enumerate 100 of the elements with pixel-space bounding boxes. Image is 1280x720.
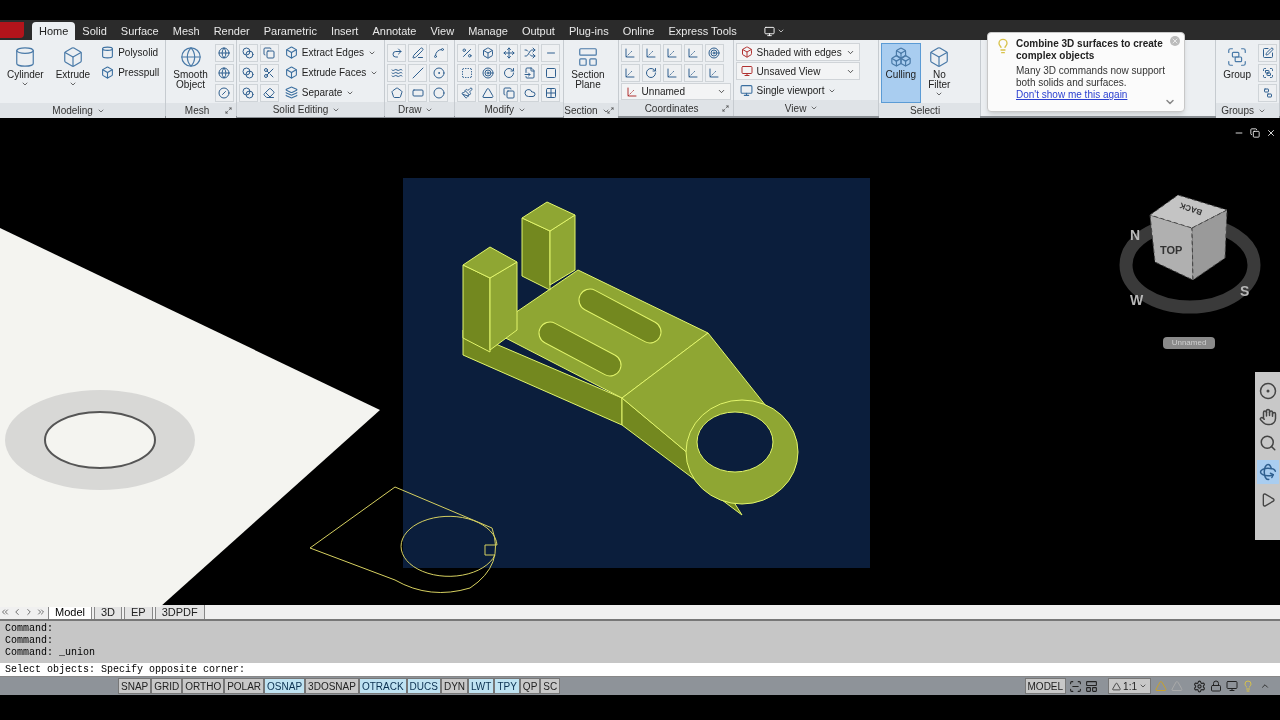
status-toggle[interactable]: TPY bbox=[494, 678, 520, 694]
large-tool-button[interactable]: Culling bbox=[880, 43, 922, 103]
ribbon-tab[interactable]: Render bbox=[206, 22, 257, 40]
panel-title-bar[interactable]: Mesh bbox=[166, 103, 236, 118]
small-tool-button[interactable]: Single viewport bbox=[735, 81, 860, 100]
compass-letter[interactable]: N bbox=[1130, 227, 1141, 243]
tool-icon-button[interactable] bbox=[478, 63, 498, 82]
tool-icon-button[interactable] bbox=[641, 63, 661, 82]
tool-icon-button[interactable] bbox=[429, 43, 449, 62]
close-icon[interactable] bbox=[1266, 128, 1276, 138]
small-tool-button[interactable]: Separate bbox=[280, 83, 383, 102]
ribbon-tab[interactable]: Surface bbox=[113, 22, 166, 40]
annotation-scale-button[interactable]: 1:1 bbox=[1108, 678, 1151, 694]
tool-icon-button[interactable] bbox=[704, 43, 724, 62]
restore-icon[interactable] bbox=[1250, 128, 1260, 138]
status-toggle[interactable]: OTRACK bbox=[358, 678, 407, 694]
panel-title-bar[interactable]: Coordinates bbox=[618, 100, 733, 116]
tool-icon-button[interactable] bbox=[214, 43, 234, 62]
tool-icon-button[interactable] bbox=[457, 63, 477, 82]
status-toggle[interactable]: SC bbox=[540, 678, 561, 694]
tool-icon-button[interactable] bbox=[408, 63, 428, 82]
status-toggle[interactable]: LWT bbox=[468, 678, 495, 694]
settings-icon[interactable] bbox=[1193, 679, 1206, 693]
status-toggle[interactable]: SNAP bbox=[118, 678, 152, 694]
dropdown-field[interactable]: Shaded with edges bbox=[735, 43, 860, 61]
ribbon-tab[interactable]: View bbox=[423, 22, 462, 40]
large-tool-button[interactable]: Cylinder bbox=[2, 43, 49, 103]
ribbon-tab[interactable]: Plug-ins bbox=[561, 22, 616, 40]
large-tool-button[interactable]: Extrude bbox=[50, 43, 96, 103]
viewport-icon[interactable] bbox=[1069, 679, 1083, 693]
status-toggle[interactable]: OSNAP bbox=[264, 678, 306, 694]
layout-icon[interactable] bbox=[1085, 679, 1099, 693]
tool-icon-button[interactable] bbox=[1258, 43, 1277, 62]
tool-icon-button[interactable] bbox=[387, 83, 407, 102]
status-toggle[interactable]: QP bbox=[519, 678, 541, 694]
previous-tab-icon[interactable] bbox=[12, 607, 22, 617]
small-tool-button[interactable]: Extrude Faces bbox=[280, 63, 383, 82]
ribbon-tab[interactable]: Express Tools bbox=[661, 22, 744, 40]
panel-title-bar[interactable]: Section bbox=[564, 103, 618, 118]
tool-icon-button[interactable] bbox=[1258, 83, 1277, 102]
ribbon-tab[interactable]: Parametric bbox=[256, 22, 324, 40]
next-tab-icon[interactable] bbox=[24, 607, 34, 617]
ribbon-tab[interactable]: Insert bbox=[323, 22, 366, 40]
compass-letter[interactable]: S bbox=[1240, 283, 1250, 299]
viewcube[interactable] bbox=[1149, 194, 1228, 281]
panel-title-bar[interactable]: Groups bbox=[1216, 103, 1279, 118]
tool-icon-button[interactable] bbox=[387, 63, 407, 82]
tool-icon-button[interactable] bbox=[214, 83, 234, 102]
status-toggle[interactable]: POLAR bbox=[224, 678, 265, 694]
compass-letter[interactable]: W bbox=[1130, 292, 1144, 308]
tool-icon-button[interactable] bbox=[499, 63, 519, 82]
large-tool-button[interactable]: No Filter bbox=[923, 43, 956, 103]
ribbon-tab[interactable]: Annotate bbox=[365, 22, 424, 40]
tool-icon-button[interactable] bbox=[1258, 63, 1277, 82]
zoom-icon[interactable] bbox=[1258, 434, 1277, 452]
layout-tab[interactable]: 3DPDF bbox=[154, 605, 205, 619]
status-toggle[interactable]: DYN bbox=[440, 678, 469, 694]
ribbon-tab[interactable]: Manage bbox=[461, 22, 515, 40]
tool-icon-button[interactable] bbox=[478, 83, 498, 102]
command-line-field[interactable]: Select objects: Specify opposite corner: bbox=[0, 663, 1280, 677]
panel-title-bar[interactable]: Selecti bbox=[878, 103, 980, 118]
model-space-button[interactable]: MODEL bbox=[1024, 678, 1067, 694]
hardware-icon[interactable] bbox=[1226, 680, 1238, 692]
ribbon-tab[interactable]: Online bbox=[615, 22, 662, 40]
tool-icon-button[interactable] bbox=[429, 63, 449, 82]
status-toggle[interactable]: GRID bbox=[151, 678, 183, 694]
tool-icon-button[interactable] bbox=[214, 63, 234, 82]
small-tool-button[interactable]: Polysolid bbox=[97, 43, 164, 62]
tool-icon-button[interactable] bbox=[520, 43, 540, 62]
large-tool-button[interactable]: Section Plane bbox=[566, 43, 610, 103]
small-tool-button[interactable]: Presspull bbox=[97, 63, 164, 82]
tool-icon-button[interactable] bbox=[259, 83, 279, 102]
status-toggle[interactable]: DUCS bbox=[406, 678, 441, 694]
tool-icon-button[interactable] bbox=[387, 43, 407, 62]
tool-icon-button[interactable] bbox=[238, 63, 258, 82]
panel-title-bar[interactable]: Draw bbox=[385, 102, 455, 117]
tool-icon-button[interactable] bbox=[457, 83, 477, 102]
dont-show-link[interactable]: Don't show me this again bbox=[1016, 89, 1128, 100]
dropdown-field[interactable]: Unsaved View bbox=[735, 62, 860, 80]
tool-icon-button[interactable] bbox=[499, 43, 519, 62]
large-tool-button[interactable]: Group bbox=[1218, 43, 1256, 103]
tool-icon-button[interactable] bbox=[259, 43, 279, 62]
panel-title-bar[interactable]: Solid Editing bbox=[236, 102, 385, 117]
dropdown-field[interactable]: Unnamed bbox=[620, 83, 731, 100]
lock-icon[interactable] bbox=[1210, 680, 1222, 692]
panel-title-bar[interactable]: Modify bbox=[455, 102, 564, 117]
tool-icon-button[interactable] bbox=[457, 43, 477, 62]
ribbon-tab[interactable]: Home bbox=[32, 22, 76, 40]
tool-icon-button[interactable] bbox=[238, 83, 258, 102]
status-toggle[interactable]: ORTHO bbox=[182, 678, 225, 694]
status-toggle[interactable]: 3DOSNAP bbox=[305, 678, 359, 694]
tool-icon-button[interactable] bbox=[429, 83, 449, 102]
tool-icon-button[interactable] bbox=[541, 83, 561, 102]
ribbon-tab[interactable]: Output bbox=[514, 22, 562, 40]
ribbon-tab[interactable]: Solid bbox=[75, 22, 114, 40]
tool-icon-button[interactable] bbox=[408, 43, 428, 62]
ribbon-tab[interactable]: Mesh bbox=[165, 22, 207, 40]
large-tool-button[interactable]: Smooth Object bbox=[168, 43, 213, 103]
tool-icon-button[interactable] bbox=[238, 43, 258, 62]
tool-icon-button[interactable] bbox=[520, 63, 540, 82]
